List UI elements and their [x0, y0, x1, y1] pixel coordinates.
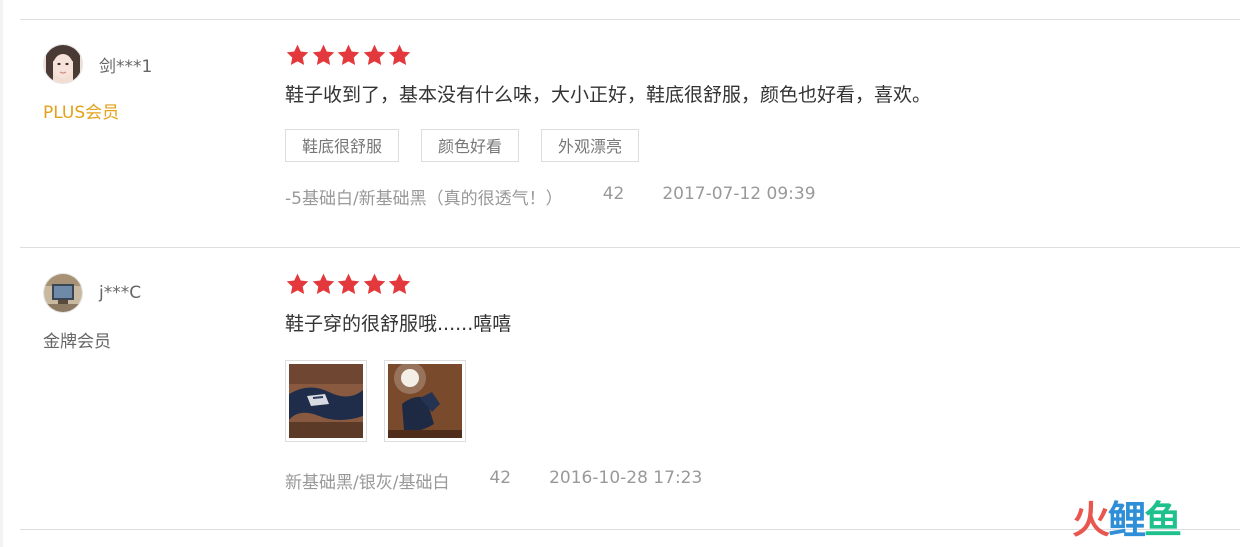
star-icon	[363, 273, 386, 294]
avatar-photo-icon	[44, 274, 82, 312]
review-tag[interactable]: 鞋底很舒服	[285, 129, 400, 162]
purchase-meta: 新基础黑/银灰/基础白 42 2016-10-28 17:23	[285, 468, 1200, 493]
purchase-meta: -5基础白/新基础黑（真的很透气！） 42 2017-07-12 09:39	[285, 184, 1200, 209]
review-image-thumbnail[interactable]	[384, 360, 466, 442]
color-variant: -5基础白/新基础黑（真的很透气！）	[285, 189, 563, 209]
star-rating	[285, 43, 1200, 69]
left-edge-divider	[0, 0, 3, 547]
username: j***C	[99, 283, 142, 303]
review-image-thumbnail[interactable]	[285, 360, 367, 442]
review-text: 鞋子穿的很舒服哦......嘻嘻	[285, 313, 512, 335]
shoe-photo-icon	[388, 364, 462, 438]
star-icon	[312, 273, 334, 294]
star-icon	[337, 44, 360, 65]
member-level-badge: PLUS会员	[43, 103, 120, 123]
review-images	[285, 360, 1200, 442]
watermark-char: 火	[1072, 498, 1110, 542]
star-icon	[389, 273, 411, 294]
star-icon	[337, 273, 360, 294]
review-text: 鞋子收到了，基本没有什么味，大小正好，鞋底很舒服，颜色也好看，喜欢。	[285, 84, 932, 106]
size-value: 42	[489, 468, 512, 488]
review-content: 鞋子收到了，基本没有什么味，大小正好，鞋底很舒服，颜色也好看，喜欢。 鞋底很舒服…	[285, 43, 1200, 209]
avatar-photo-icon	[44, 45, 82, 83]
review-list-page: 剑***1 PLUS会员 鞋子收到了，基本没有什么味，大小正好，鞋底很舒服，颜色…	[0, 0, 1240, 547]
avatar[interactable]	[43, 44, 83, 84]
review-content: 鞋子穿的很舒服哦......嘻嘻 新基础黑/银灰/基础白 42 2016-10-…	[285, 272, 1200, 493]
watermark-char: 鲤	[1108, 498, 1146, 542]
member-level-badge: 金牌会员	[43, 332, 111, 352]
avatar[interactable]	[43, 273, 83, 313]
shoe-photo-icon	[289, 364, 363, 438]
watermark-logo: 火 鲤 鱼	[1072, 498, 1182, 542]
reviewer-info: 剑***1 PLUS会员	[43, 44, 243, 123]
divider-top	[20, 19, 1240, 20]
divider-middle	[20, 247, 1240, 248]
size-value: 42	[602, 184, 625, 204]
star-icon	[286, 44, 309, 65]
review-tag[interactable]: 外观漂亮	[541, 129, 640, 162]
reviewer-info: j***C 金牌会员	[43, 273, 243, 352]
star-icon	[312, 44, 334, 65]
review-tags: 鞋底很舒服 颜色好看 外观漂亮	[285, 129, 1200, 162]
review-tag[interactable]: 颜色好看	[421, 129, 520, 162]
watermark-char: 鱼	[1144, 498, 1182, 542]
review-date: 2016-10-28 17:23	[549, 468, 703, 488]
star-icon	[363, 44, 386, 65]
star-icon	[286, 273, 309, 294]
divider-bottom	[20, 529, 1240, 530]
star-rating	[285, 272, 1200, 298]
username: 剑***1	[99, 56, 153, 77]
color-variant: 新基础黑/银灰/基础白	[285, 473, 450, 493]
review-date: 2017-07-12 09:39	[662, 184, 816, 204]
star-icon	[389, 44, 411, 65]
